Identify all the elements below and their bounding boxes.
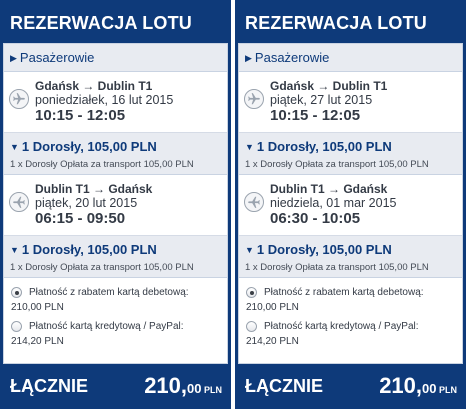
flight-times: 06:30 - 10:05 [270, 210, 361, 227]
fare-detail: 1 x Dorosły Opłata za transport 105,00 P… [245, 262, 429, 273]
total-decimal: 00 [187, 381, 202, 396]
panel-title: REZERWACJA LOTU [245, 13, 428, 33]
payment-amount: 214,20 PLN [246, 336, 299, 347]
booking-body: ▶ Pasażerowie Gdańsk → Dublin T1 poniedzi… [3, 43, 228, 364]
total-currency: PLN [436, 385, 457, 395]
fare-summary: 1 Dorosły, 105,00 PLN [21, 139, 157, 154]
passengers-toggle[interactable]: ▶ Pasażerowie [239, 44, 462, 72]
radio-icon[interactable] [246, 321, 257, 332]
fare-detail: 1 x Dorosły Opłata za transport 105,00 P… [10, 159, 194, 170]
booking-summary-panel-1: REZERWACJA LOTU ▶ Pasażerowie Gdańsk → Du… [0, 0, 231, 409]
payment-option-credit[interactable]: Płatność kartą kredytową / PayPal: 214,2… [4, 318, 227, 352]
triangle-down-icon: ▼ [245, 142, 254, 152]
radio-icon[interactable] [11, 287, 22, 298]
booking-summary-panel-2: REZERWACJA LOTU ▶ Pasażerowie Gdańsk → Du… [235, 0, 466, 409]
triangle-down-icon: ▼ [10, 245, 19, 255]
fare-detail: 1 x Dorosły Opłata za transport 105,00 P… [245, 159, 429, 170]
airplane-icon [9, 192, 29, 212]
payment-option-debit[interactable]: Płatność z rabatem kartą debetową: 210,0… [239, 284, 462, 318]
payment-option-credit[interactable]: Płatność kartą kredytową / PayPal: 214,2… [239, 318, 462, 352]
total-label: ŁĄCZNIE [245, 376, 323, 396]
flight-route: Dublin T1 → Gdańsk [270, 182, 388, 196]
outbound-fare[interactable]: ▼ 1 Dorosły, 105,00 PLN 1 x Dorosły Opłat… [239, 133, 462, 175]
passengers-toggle[interactable]: ▶ Pasażerowie [4, 44, 227, 72]
total-decimal: 00 [422, 381, 437, 396]
inbound-fare[interactable]: ▼ 1 Dorosły, 105,00 PLN 1 x Dorosły Opłat… [239, 236, 462, 278]
payment-options: Płatność z rabatem kartą debetową: 210,0… [239, 278, 462, 352]
triangle-down-icon: ▼ [245, 245, 254, 255]
fare-summary: 1 Dorosły, 105,00 PLN [256, 139, 392, 154]
inbound-flight: Dublin T1 → Gdańsk piątek, 20 lut 2015 0… [4, 175, 227, 236]
flight-route: Dublin T1 → Gdańsk [35, 182, 153, 196]
triangle-down-icon: ▼ [10, 142, 19, 152]
panel-title: REZERWACJA LOTU [10, 13, 193, 33]
outbound-flight: Gdańsk → Dublin T1 piątek, 27 lut 2015 1… [239, 72, 462, 133]
payment-label: Płatność z rabatem kartą debetową: [264, 287, 424, 298]
booking-body: ▶ Pasażerowie Gdańsk → Dublin T1 piątek, … [238, 43, 463, 364]
total-amount: 210,00 PLN [144, 373, 222, 399]
payment-amount: 210,00 PLN [246, 302, 299, 313]
outbound-fare[interactable]: ▼ 1 Dorosły, 105,00 PLN 1 x Dorosły Opłat… [4, 133, 227, 175]
inbound-fare[interactable]: ▼ 1 Dorosły, 105,00 PLN 1 x Dorosły Opłat… [4, 236, 227, 278]
triangle-right-icon: ▶ [245, 53, 252, 63]
payment-label: Płatność z rabatem kartą debetową: [29, 287, 189, 298]
radio-icon[interactable] [246, 287, 257, 298]
inbound-flight: Dublin T1 → Gdańsk niedziela, 01 mar 201… [239, 175, 462, 236]
fare-detail: 1 x Dorosły Opłata za transport 105,00 P… [10, 262, 194, 273]
outbound-flight: Gdańsk → Dublin T1 poniedziałek, 16 lut … [4, 72, 227, 133]
flight-route: Gdańsk → Dublin T1 [270, 79, 388, 93]
flight-times: 06:15 - 09:50 [35, 210, 126, 227]
flight-date: niedziela, 01 mar 2015 [270, 196, 397, 210]
flight-date: poniedziałek, 16 lut 2015 [35, 93, 174, 107]
payment-options: Płatność z rabatem kartą debetową: 210,0… [4, 278, 227, 352]
passengers-label: Pasażerowie [254, 50, 330, 65]
flight-route: Gdańsk → Dublin T1 [35, 79, 153, 93]
payment-option-debit[interactable]: Płatność z rabatem kartą debetową: 210,0… [4, 284, 227, 318]
payment-label: Płatność kartą kredytową / PayPal: [29, 321, 184, 332]
total-amount: 210,00 PLN [379, 373, 457, 399]
total-label: ŁĄCZNIE [10, 376, 88, 396]
flight-date: piątek, 20 lut 2015 [35, 196, 138, 210]
total-bar: ŁĄCZNIE 210,00 PLN [3, 364, 228, 409]
airplane-icon [9, 89, 29, 109]
triangle-right-icon: ▶ [10, 53, 17, 63]
airplane-icon [244, 192, 264, 212]
total-currency: PLN [201, 385, 222, 395]
fare-summary: 1 Dorosły, 105,00 PLN [21, 242, 157, 257]
total-integer: 210, [379, 373, 423, 398]
payment-amount: 210,00 PLN [11, 302, 64, 313]
flight-times: 10:15 - 12:05 [270, 107, 361, 124]
payment-amount: 214,20 PLN [11, 336, 64, 347]
total-bar: ŁĄCZNIE 210,00 PLN [238, 364, 463, 409]
airplane-icon [244, 89, 264, 109]
payment-label: Płatność kartą kredytową / PayPal: [264, 321, 419, 332]
total-integer: 210, [144, 373, 188, 398]
fare-summary: 1 Dorosły, 105,00 PLN [256, 242, 392, 257]
flight-times: 10:15 - 12:05 [35, 107, 126, 124]
radio-icon[interactable] [11, 321, 22, 332]
passengers-label: Pasażerowie [19, 50, 95, 65]
flight-date: piątek, 27 lut 2015 [270, 93, 373, 107]
